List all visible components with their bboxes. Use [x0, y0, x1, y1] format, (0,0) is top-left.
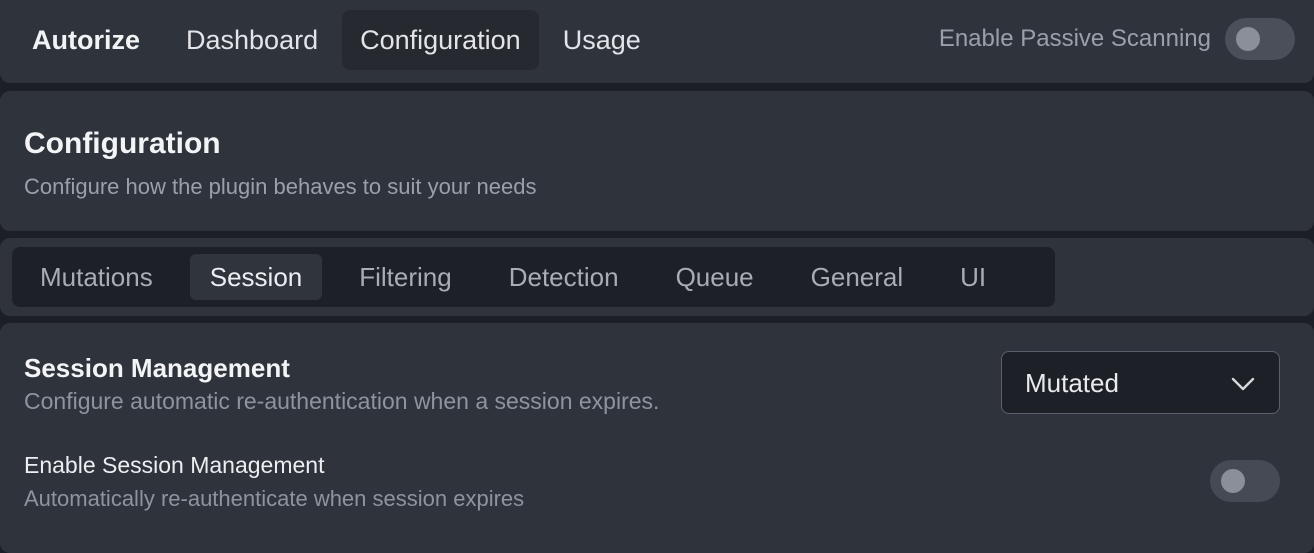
tab-mutations[interactable]: Mutations	[20, 254, 173, 300]
tab-detection[interactable]: Detection	[489, 254, 639, 300]
enable-session-description: Automatically re-authenticate when sessi…	[24, 486, 525, 511]
passive-scanning-label: Enable Passive Scanning	[938, 25, 1211, 52]
passive-scanning-toggle[interactable]	[1225, 18, 1295, 60]
tab-session[interactable]: Session	[189, 254, 323, 300]
main-nav: Autorize Dashboard Configuration Usage	[14, 10, 665, 70]
page-title: Configuration	[24, 127, 221, 160]
nav-usage[interactable]: Usage	[545, 10, 659, 70]
config-tabs: Mutations Session Filtering Detection Qu…	[12, 247, 1055, 307]
session-settings-panel: Session Management Configure automatic r…	[0, 323, 1314, 553]
session-mode-select[interactable]: Mutated	[1001, 351, 1280, 414]
tab-ui[interactable]: UI	[940, 254, 1006, 300]
toggle-knob	[1236, 27, 1260, 51]
nav-configuration[interactable]: Configuration	[342, 10, 539, 70]
section-description: Configure automatic re-authentication wh…	[24, 388, 660, 414]
chevron-down-icon	[1231, 377, 1255, 391]
enable-session-label: Enable Session Management	[24, 452, 325, 478]
enable-session-toggle[interactable]	[1210, 460, 1280, 502]
nav-dashboard[interactable]: Dashboard	[168, 10, 336, 70]
tab-filtering[interactable]: Filtering	[339, 254, 471, 300]
tab-general[interactable]: General	[791, 254, 924, 300]
app-brand[interactable]: Autorize	[14, 10, 162, 70]
toggle-knob	[1221, 469, 1245, 493]
passive-scanning-control: Enable Passive Scanning	[939, 18, 1295, 60]
select-value: Mutated	[1025, 368, 1119, 398]
page-subtitle: Configure how the plugin behaves to suit…	[24, 174, 537, 199]
config-tabs-panel: Mutations Session Filtering Detection Qu…	[0, 238, 1314, 316]
section-title: Session Management	[24, 353, 290, 383]
page-header: Configuration Configure how the plugin b…	[0, 91, 1314, 231]
tab-queue[interactable]: Queue	[656, 254, 774, 300]
top-navigation-bar: Autorize Dashboard Configuration Usage E…	[0, 0, 1314, 83]
